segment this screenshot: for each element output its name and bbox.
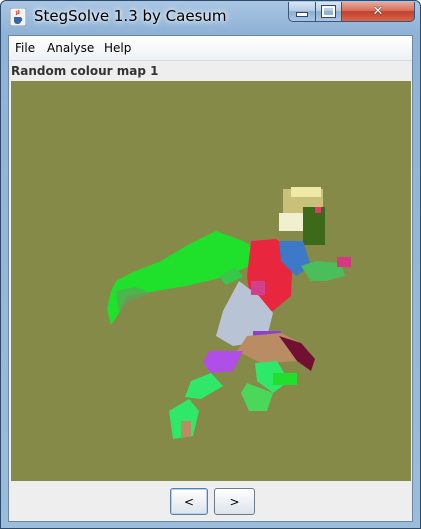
torso-pink <box>251 281 265 295</box>
close-button[interactable]: ✕ <box>341 2 415 22</box>
menu-file[interactable]: File <box>15 41 35 55</box>
close-icon: ✕ <box>372 4 384 19</box>
boot-right <box>273 373 297 385</box>
navigation-bar: < > <box>9 483 412 521</box>
previous-button[interactable]: < <box>170 488 208 515</box>
image-view <box>11 81 411 481</box>
next-button[interactable]: > <box>214 488 255 515</box>
leg-left-purple <box>203 351 243 373</box>
hand-magenta <box>337 257 351 267</box>
menu-bar: File Analyse Help <box>9 36 412 61</box>
app-window: StegSolve 1.3 by Caesum ✕ File Analyse H… <box>0 0 421 529</box>
stego-image <box>107 187 351 439</box>
maximize-button[interactable] <box>315 2 342 22</box>
menu-analyse[interactable]: Analyse <box>47 41 94 55</box>
heel-brown <box>181 421 191 437</box>
client-area: File Analyse Help Random colour map 1 < … <box>8 35 413 522</box>
menu-help[interactable]: Help <box>104 41 131 55</box>
face-block <box>303 207 325 245</box>
hair-highlight <box>291 187 321 197</box>
leg-left-green <box>185 373 223 399</box>
maximize-icon <box>321 5 336 18</box>
minimize-button[interactable] <box>288 2 316 22</box>
java-cup-icon <box>10 8 26 26</box>
title-bar[interactable]: StegSolve 1.3 by Caesum ✕ <box>1 1 420 37</box>
eye-mark <box>315 207 321 213</box>
window-title: StegSolve 1.3 by Caesum <box>34 7 227 25</box>
minimize-icon <box>296 12 308 17</box>
collar <box>279 213 303 231</box>
view-mode-label: Random colour map 1 <box>11 64 159 78</box>
